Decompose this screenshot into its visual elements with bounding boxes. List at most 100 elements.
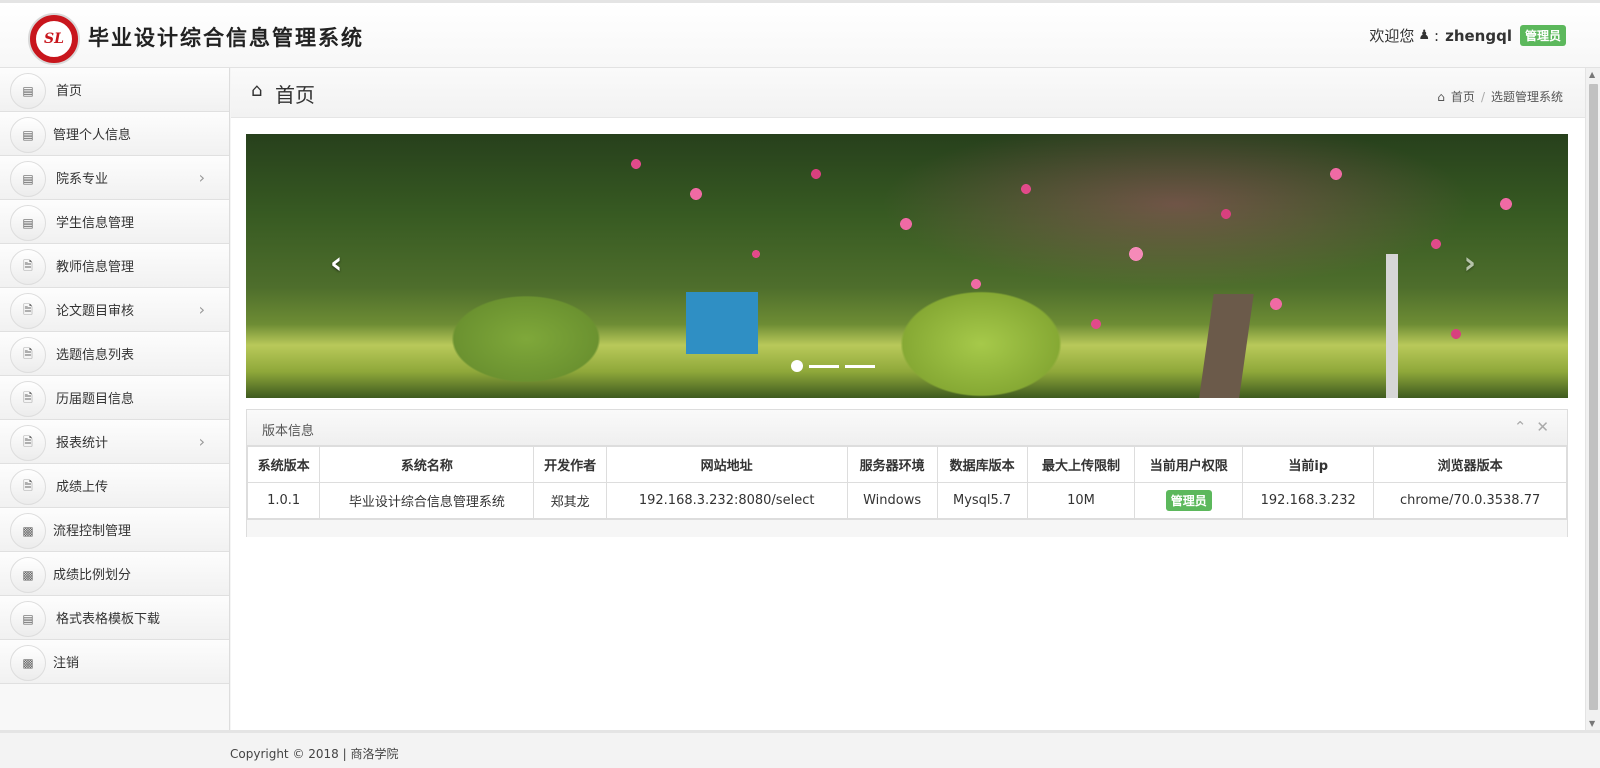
breadcrumb-home[interactable]: 首页	[1451, 88, 1475, 105]
role-badge: 管理员	[1519, 25, 1566, 46]
carousel-indicator-active[interactable]	[791, 360, 803, 372]
school-logo: SL	[28, 13, 80, 65]
panel-footer	[247, 519, 1567, 537]
cell-ip: 192.168.3.232	[1242, 482, 1375, 519]
permission-badge: 管理员	[1165, 490, 1212, 511]
sidebar-item[interactable]: ▤ 院系专业 ›	[0, 156, 229, 200]
panel-tools: ⌃ ✕	[1514, 418, 1549, 436]
file-icon: 🗎	[10, 249, 46, 285]
bar-chart-icon: ▩	[10, 645, 46, 681]
sidebar-item[interactable]: 🗎 教师信息管理	[0, 244, 229, 288]
sidebar-item-label: 学生信息管理	[56, 216, 135, 231]
username[interactable]: zhengql	[1445, 27, 1512, 45]
cell-permission: 管理员	[1134, 482, 1244, 519]
sidebar-nav: ▤ 首页 ▤ 管理个人信息 ▤ 院系专业 › ▤ 学生信息管理 🗎 教师信息管理 🗎 论文题目审核 › 🗎 选…	[0, 68, 230, 730]
sidebar-item-label: 首页	[56, 84, 83, 99]
carousel-prev-button[interactable]: ‹	[330, 246, 342, 281]
bar-chart-icon: ▩	[10, 557, 46, 593]
sidebar-item-label: 流程控制管理	[53, 524, 132, 539]
sidebar-item[interactable]: 🗎 报表统计 ›	[0, 420, 229, 464]
chevron-right-icon: ›	[198, 432, 205, 451]
sidebar-item[interactable]: 🗎 论文题目审核 ›	[0, 288, 229, 332]
logo-emblem: SL	[34, 19, 74, 59]
breadcrumb-home-icon: ⌂	[1437, 89, 1445, 104]
column-header: 当前ip	[1242, 446, 1375, 483]
welcome-text: 欢迎您	[1369, 27, 1415, 45]
sidebar-item[interactable]: ▩ 注销	[0, 640, 229, 684]
bar-chart-icon: ▩	[10, 513, 46, 549]
sidebar-item[interactable]: 🗎 成绩上传	[0, 464, 229, 508]
column-header: 网站地址	[605, 446, 848, 483]
column-header: 服务器环境	[846, 446, 938, 483]
image-carousel: ‹ ›	[246, 134, 1568, 398]
sidebar-item[interactable]: 🗎 选题信息列表	[0, 332, 229, 376]
carousel-indicator[interactable]	[845, 364, 875, 368]
carousel-indicator[interactable]	[809, 364, 839, 368]
list-icon: ▤	[10, 117, 46, 153]
cell-version: 1.0.1	[246, 482, 321, 519]
carousel-next-button[interactable]: ›	[1464, 246, 1476, 281]
cell-server: Windows	[846, 482, 938, 519]
sidebar-item[interactable]: ▤ 管理个人信息	[0, 112, 229, 156]
carousel-image	[576, 134, 1568, 374]
version-table: 系统版本 系统名称 开发作者 网站地址 服务器环境 数据库版本 最大上传限制 当前用户权限 当前…	[246, 446, 1567, 519]
sidebar-item-label: 论文题目审核	[56, 304, 135, 319]
home-icon: ⌂	[251, 80, 263, 101]
sidebar-item-label: 院系专业	[56, 172, 109, 187]
user-icon: ♟	[1418, 28, 1431, 43]
column-header: 当前用户权限	[1134, 446, 1244, 483]
user-welcome: 欢迎您 ♟ : zhengql 管理员	[1369, 25, 1566, 46]
breadcrumb: ⌂ 首页 / 选题管理系统	[1437, 88, 1563, 105]
page-scrollbar[interactable]: ▲ ▼	[1585, 68, 1600, 730]
copyright-text: Copyright © 2018 | 商洛学院	[230, 747, 399, 761]
sidebar-item[interactable]: 🗎 历届题目信息	[0, 376, 229, 420]
sidebar-item-label: 注销	[53, 656, 80, 671]
sidebar-item[interactable]: ▤ 格式表格模板下载	[0, 596, 229, 640]
panel-title: 版本信息	[262, 424, 315, 439]
sidebar-item-label: 教师信息管理	[56, 260, 135, 275]
list-icon: ▤	[10, 161, 46, 197]
file-icon: 🗎	[10, 337, 46, 373]
version-info-panel: 版本信息 ⌃ ✕ 系统版本 系统名称 开发作者 网站地址 服务器环境 数据库版本 最大上传限…	[246, 409, 1568, 537]
scroll-up-icon[interactable]: ▲	[1589, 70, 1595, 79]
list-icon: ▤	[10, 601, 46, 637]
breadcrumb-current: 选题管理系统	[1490, 90, 1563, 104]
chevron-right-icon: ›	[198, 300, 205, 319]
scrollbar-thumb[interactable]	[1589, 84, 1598, 710]
sidebar-item-label: 成绩上传	[56, 480, 109, 495]
collapse-icon[interactable]: ⌃	[1514, 418, 1527, 436]
main-content: ⌂ 首页 ⌂ 首页 / 选题管理系统 ‹ › 版本信息 ⌃ ✕ 系统版本 系统名…	[231, 68, 1585, 730]
carousel-indicators	[791, 360, 875, 372]
cell-author: 郑其龙	[533, 482, 607, 519]
cell-url: 192.168.3.232:8080/select	[605, 482, 848, 519]
file-icon: 🗎	[10, 293, 46, 329]
list-icon: ▤	[10, 205, 46, 241]
sidebar-item-label: 选题信息列表	[56, 348, 135, 363]
scroll-down-icon[interactable]: ▼	[1589, 719, 1595, 728]
column-header: 开发作者	[533, 446, 607, 483]
column-header: 系统版本	[246, 446, 321, 483]
cell-name: 毕业设计综合信息管理系统	[319, 482, 535, 519]
sidebar-item[interactable]: ▩ 流程控制管理	[0, 508, 229, 552]
sidebar-item[interactable]: ▤ 学生信息管理	[0, 200, 229, 244]
username-separator: :	[1434, 26, 1440, 45]
page-header: ⌂ 首页 ⌂ 首页 / 选题管理系统	[231, 68, 1585, 118]
sidebar-item[interactable]: ▩ 成绩比例划分	[0, 552, 229, 596]
table-row: 1.0.1 毕业设计综合信息管理系统 郑其龙 192.168.3.232:808…	[246, 482, 1567, 519]
file-icon: 🗎	[10, 469, 46, 505]
page-title: 首页	[275, 83, 315, 107]
cell-upload-limit: 10M	[1026, 482, 1136, 519]
column-header: 最大上传限制	[1026, 446, 1136, 483]
chevron-right-icon: ›	[198, 168, 205, 187]
app-title: 毕业设计综合信息管理系统	[88, 25, 364, 50]
close-icon[interactable]: ✕	[1536, 418, 1549, 436]
panel-header: 版本信息 ⌃ ✕	[247, 410, 1567, 446]
sidebar-item-label: 格式表格模板下载	[56, 612, 161, 627]
breadcrumb-separator: /	[1480, 89, 1485, 104]
sidebar-item[interactable]: ▤ 首页	[0, 68, 229, 112]
sidebar-item-label: 成绩比例划分	[53, 568, 132, 583]
top-header: SL 毕业设计综合信息管理系统 欢迎您 ♟ : zhengql 管理员	[0, 0, 1600, 68]
column-header: 数据库版本	[936, 446, 1028, 483]
file-icon: 🗎	[10, 381, 46, 417]
list-icon: ▤	[10, 73, 46, 109]
